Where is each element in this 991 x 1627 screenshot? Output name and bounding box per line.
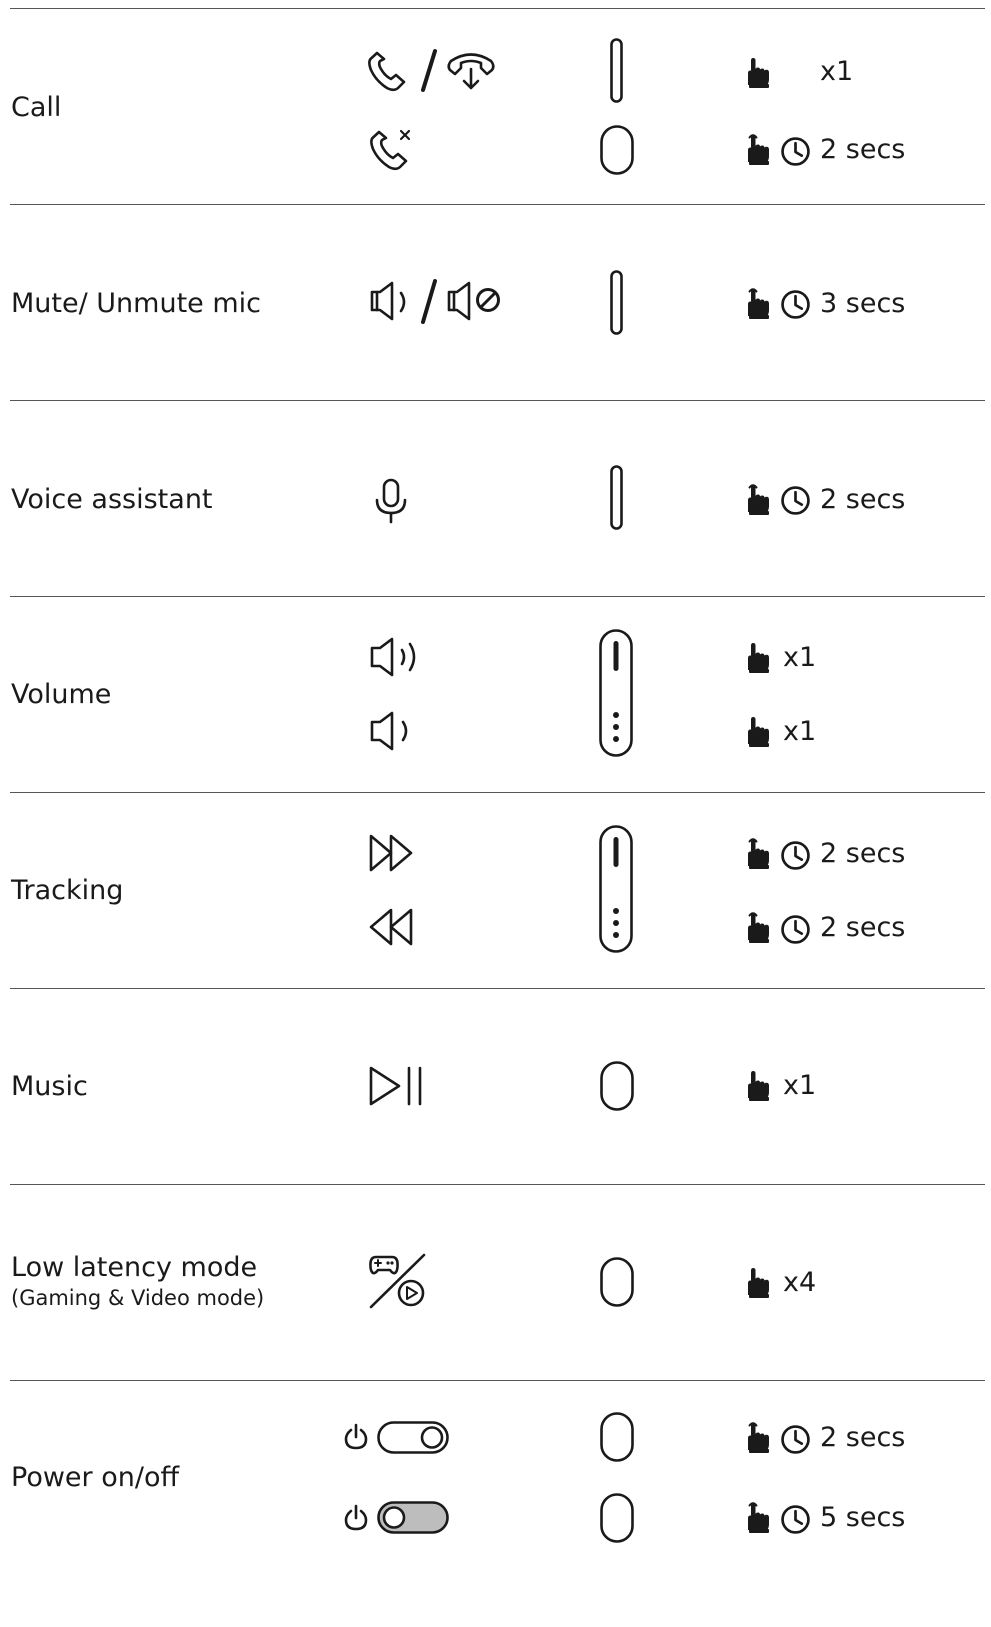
row-label-power: Power on/off xyxy=(11,1462,180,1493)
phone-reject-icon xyxy=(370,128,417,171)
button-icon xyxy=(600,1061,634,1111)
row-label-music: Music xyxy=(11,1071,88,1102)
action-value: x1 xyxy=(820,56,854,87)
fast-forward-icon xyxy=(369,834,415,872)
press-hold-icon xyxy=(747,912,770,944)
action-value: 2 secs xyxy=(820,912,906,943)
divider xyxy=(10,988,985,989)
touch-slider-icon xyxy=(599,629,633,757)
action-value: 3 secs xyxy=(820,288,906,319)
row-sublabel-low-latency: (Gaming & Video mode) xyxy=(11,1286,265,1310)
row-label-volume: Volume xyxy=(11,679,112,710)
button-icon xyxy=(600,1257,634,1307)
tap-icon xyxy=(748,1071,769,1101)
speaker-muted-icon xyxy=(447,281,504,321)
row-label-call: Call xyxy=(11,92,62,123)
speaker-icon xyxy=(370,281,415,321)
clock-icon xyxy=(781,1505,810,1534)
action-value: x1 xyxy=(783,642,817,673)
rewind-icon xyxy=(369,908,415,946)
row-label-low-latency: Low latency mode xyxy=(11,1252,258,1283)
action-value: x4 xyxy=(783,1267,817,1298)
tap-icon xyxy=(748,717,769,747)
action-value: 2 secs xyxy=(820,838,906,869)
action-value: x1 xyxy=(783,716,817,747)
button-icon xyxy=(600,1412,634,1462)
microphone-icon xyxy=(373,478,409,524)
row-label-tracking: Tracking xyxy=(11,875,124,906)
clock-icon xyxy=(781,290,810,319)
toggle-off-icon xyxy=(377,1501,449,1534)
divider xyxy=(10,1380,985,1381)
divider-top xyxy=(10,8,985,9)
row-label-mute: Mute/ Unmute mic xyxy=(11,288,262,319)
action-value: 5 secs xyxy=(820,1502,906,1533)
phone-icon xyxy=(368,51,406,92)
power-icon xyxy=(344,1504,370,1532)
touch-slider-icon xyxy=(599,825,633,953)
volume-down-icon xyxy=(370,711,415,751)
gamepad-icon xyxy=(368,1253,428,1309)
slash-divider-icon xyxy=(419,280,439,324)
touch-slider-icon xyxy=(610,465,623,530)
slash-divider-icon xyxy=(419,50,439,92)
phone-hangup-icon xyxy=(446,52,496,92)
press-hold-icon xyxy=(747,288,770,320)
divider xyxy=(10,1184,985,1185)
volume-up-icon xyxy=(370,637,423,677)
action-value: x1 xyxy=(783,1070,817,1101)
press-hold-icon xyxy=(747,838,770,870)
button-icon xyxy=(600,1493,634,1543)
divider xyxy=(10,204,985,205)
clock-icon xyxy=(781,915,810,944)
press-hold-icon xyxy=(747,1422,770,1454)
divider xyxy=(10,596,985,597)
press-hold-icon xyxy=(747,1502,770,1534)
touch-slider-icon xyxy=(610,270,623,335)
toggle-on-icon xyxy=(377,1421,449,1454)
button-icon xyxy=(600,125,634,175)
clock-icon xyxy=(781,137,810,166)
tap-icon xyxy=(748,1268,769,1298)
play-pause-icon xyxy=(369,1066,425,1106)
divider xyxy=(10,400,985,401)
power-icon xyxy=(344,1423,370,1451)
row-label-voice-assistant: Voice assistant xyxy=(11,484,213,515)
touch-slider-icon xyxy=(610,38,623,103)
clock-icon xyxy=(781,841,810,870)
action-value: 2 secs xyxy=(820,134,906,165)
press-hold-icon xyxy=(747,484,770,516)
tap-icon xyxy=(748,58,769,88)
action-value: 2 secs xyxy=(820,1422,906,1453)
action-value: 2 secs xyxy=(820,484,906,515)
clock-icon xyxy=(781,1425,810,1454)
tap-icon xyxy=(748,643,769,673)
press-hold-icon xyxy=(747,134,770,166)
clock-icon xyxy=(781,486,810,515)
divider xyxy=(10,792,985,793)
